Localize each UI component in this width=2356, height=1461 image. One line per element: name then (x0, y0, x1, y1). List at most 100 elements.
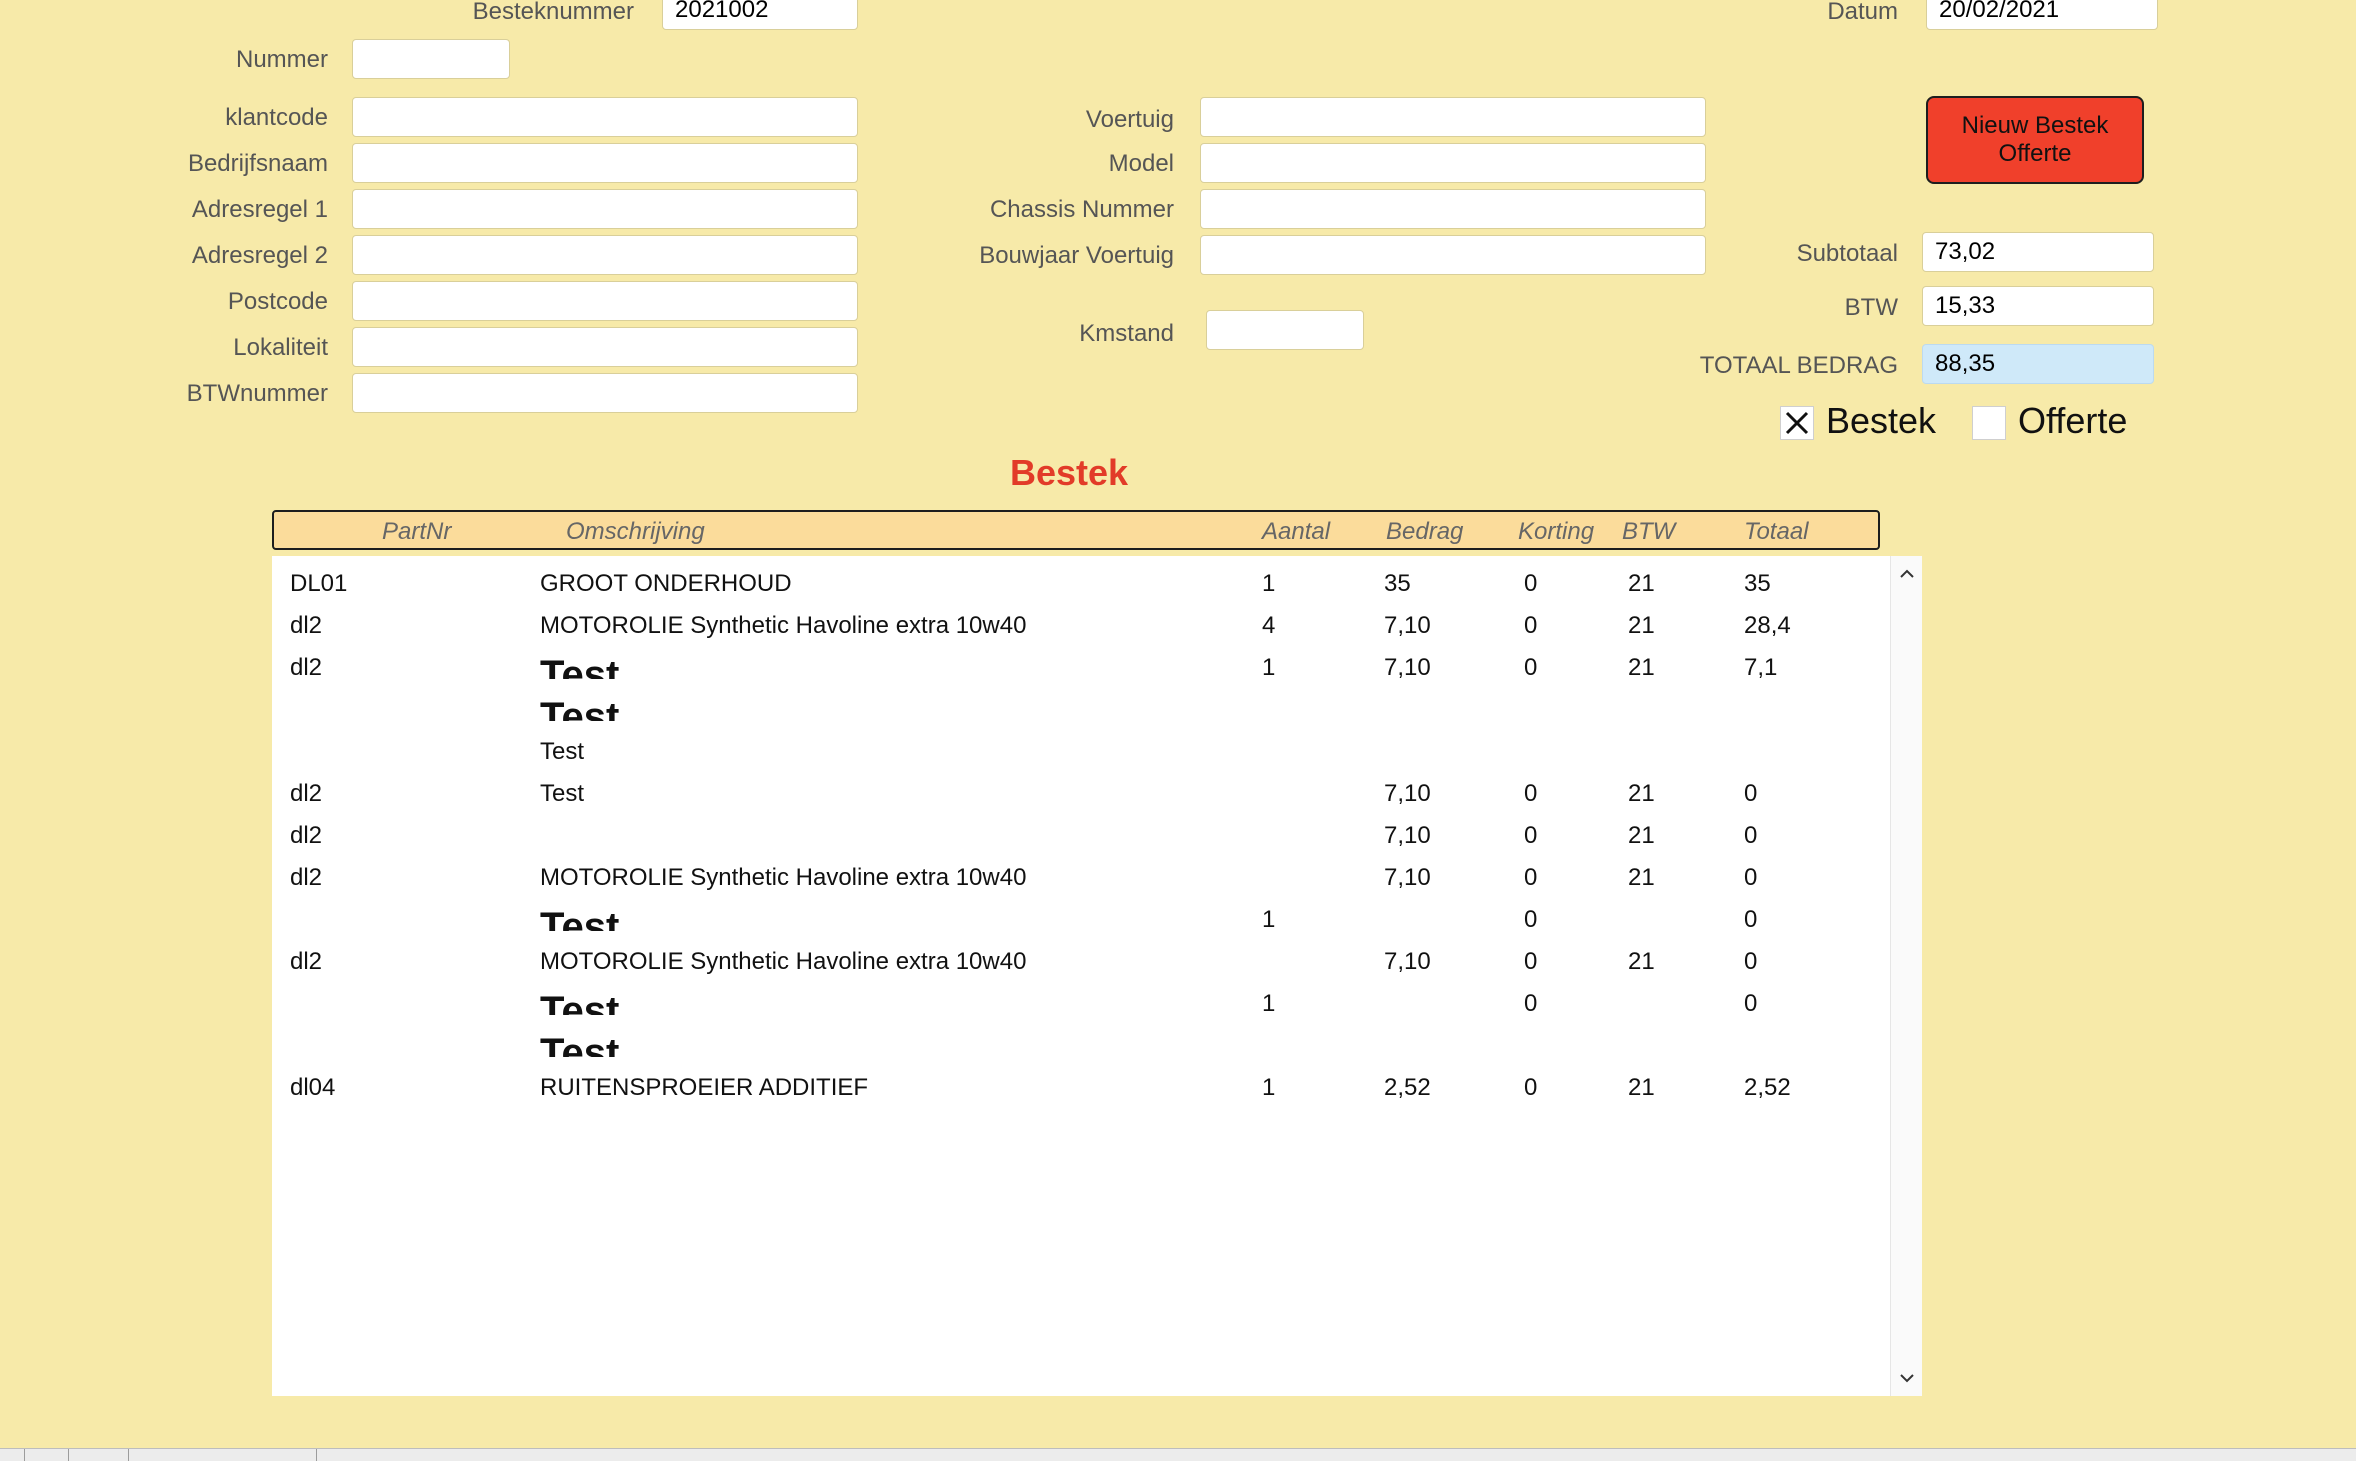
cell-totaal[interactable]: 0 (1744, 861, 1757, 895)
postcode-field[interactable] (352, 281, 858, 321)
adresregel2-field[interactable] (352, 235, 858, 275)
cell-aantal[interactable]: 1 (1262, 1071, 1275, 1105)
cell-partnr[interactable]: dl2 (290, 861, 322, 895)
table-row[interactable]: dl04 RUITENSPROEIER ADDITIEF 1 2,52 0 21 2,52 (272, 1068, 1882, 1110)
cell-omschrijving[interactable]: MOTOROLIE Synthetic Havoline extra 10w40 (540, 945, 1026, 979)
offerte-checkbox[interactable] (1972, 406, 2006, 440)
cell-btw[interactable]: 21 (1628, 777, 1655, 811)
cell-omschrijving[interactable]: Test (540, 693, 619, 721)
cell-totaal[interactable]: 2,52 (1744, 1071, 1791, 1105)
cell-btw[interactable]: 21 (1628, 609, 1655, 643)
scroll-down-button[interactable] (1891, 1362, 1923, 1394)
cell-btw[interactable]: 21 (1628, 651, 1655, 685)
cell-partnr[interactable]: dl2 (290, 945, 322, 979)
cell-omschrijving[interactable]: Test (540, 1029, 619, 1057)
new-bestek-offerte-button[interactable]: Nieuw Bestek Offerte (1926, 96, 2144, 184)
klantcode-field[interactable] (352, 97, 858, 137)
cell-totaal[interactable]: 0 (1744, 987, 1757, 1021)
cell-bedrag[interactable]: 7,10 (1384, 651, 1431, 685)
scroll-up-button[interactable] (1891, 558, 1923, 590)
cell-korting[interactable]: 0 (1524, 945, 1537, 979)
table-row[interactable]: dl2 Test 7,10 0 21 0 (272, 774, 1882, 816)
cell-totaal[interactable]: 35 (1744, 567, 1771, 601)
cell-omschrijving[interactable]: MOTOROLIE Synthetic Havoline extra 10w40 (540, 861, 1026, 895)
cell-totaal[interactable]: 0 (1744, 903, 1757, 937)
table-row[interactable]: Test (272, 1026, 1882, 1068)
cell-korting[interactable]: 0 (1524, 987, 1537, 1021)
cell-bedrag[interactable]: 7,10 (1384, 819, 1431, 853)
cell-partnr[interactable]: dl04 (290, 1071, 335, 1105)
cell-bedrag[interactable]: 2,52 (1384, 1071, 1431, 1105)
cell-omschrijving[interactable]: Test (540, 777, 584, 811)
bedrijfsnaam-field[interactable] (352, 143, 858, 183)
cell-aantal[interactable]: 1 (1262, 567, 1275, 601)
cell-omschrijving[interactable]: MOTOROLIE Synthetic Havoline extra 10w40 (540, 609, 1026, 643)
cell-bedrag[interactable]: 35 (1384, 567, 1411, 601)
table-row[interactable]: DL01 GROOT ONDERHOUD 1 35 0 21 35 (272, 564, 1882, 606)
cell-aantal[interactable]: 1 (1262, 987, 1275, 1021)
subtotaal-field[interactable] (1922, 232, 2154, 272)
cell-korting[interactable]: 0 (1524, 651, 1537, 685)
cell-omschrijving[interactable]: Test (540, 735, 584, 769)
nummer-field[interactable] (352, 39, 510, 79)
cell-korting[interactable]: 0 (1524, 903, 1537, 937)
lokaliteit-field[interactable] (352, 327, 858, 367)
voertuig-field[interactable] (1200, 97, 1706, 137)
cell-totaal[interactable]: 28,4 (1744, 609, 1791, 643)
cell-aantal[interactable]: 1 (1262, 903, 1275, 937)
cell-btw[interactable]: 21 (1628, 945, 1655, 979)
table-row[interactable]: Test 1 0 0 (272, 900, 1882, 942)
cell-korting[interactable]: 0 (1524, 1071, 1537, 1105)
cell-bedrag[interactable]: 7,10 (1384, 609, 1431, 643)
cell-partnr[interactable]: dl2 (290, 777, 322, 811)
table-row[interactable]: Test 1 0 0 (272, 984, 1882, 1026)
cell-korting[interactable]: 0 (1524, 777, 1537, 811)
table-row[interactable]: dl2 MOTOROLIE Synthetic Havoline extra 10… (272, 606, 1882, 648)
cell-bedrag[interactable]: 7,10 (1384, 945, 1431, 979)
cell-korting[interactable]: 0 (1524, 567, 1537, 601)
totaal-bedrag-field[interactable] (1922, 344, 2154, 384)
btw-total-field[interactable] (1922, 286, 2154, 326)
btwnummer-field[interactable] (352, 373, 858, 413)
cell-bedrag[interactable]: 7,10 (1384, 861, 1431, 895)
cell-partnr[interactable]: DL01 (290, 567, 347, 601)
cell-totaal[interactable]: 0 (1744, 819, 1757, 853)
cell-btw[interactable]: 21 (1628, 567, 1655, 601)
besteknummer-field[interactable] (662, 0, 858, 30)
adresregel1-field[interactable] (352, 189, 858, 229)
table-row[interactable]: dl2 Test 1 7,10 0 21 7,1 (272, 648, 1882, 690)
cell-totaal[interactable]: 0 (1744, 945, 1757, 979)
cell-omschrijving[interactable]: Test (540, 903, 619, 931)
cell-aantal[interactable]: 1 (1262, 651, 1275, 685)
cell-btw[interactable]: 21 (1628, 819, 1655, 853)
cell-btw[interactable]: 21 (1628, 861, 1655, 895)
datum-field[interactable] (1926, 0, 2158, 30)
cell-partnr[interactable]: dl2 (290, 609, 322, 643)
cell-korting[interactable]: 0 (1524, 609, 1537, 643)
cell-partnr[interactable]: dl2 (290, 819, 322, 853)
cell-omschrijving[interactable]: RUITENSPROEIER ADDITIEF (540, 1071, 868, 1105)
cell-korting[interactable]: 0 (1524, 861, 1537, 895)
table-row[interactable]: Test (272, 690, 1882, 732)
cell-omschrijving[interactable]: Test (540, 651, 619, 679)
cell-totaal[interactable]: 7,1 (1744, 651, 1777, 685)
cell-btw[interactable]: 21 (1628, 1071, 1655, 1105)
cell-partnr[interactable]: dl2 (290, 651, 322, 685)
cell-omschrijving[interactable]: Test (540, 987, 619, 1015)
grid-scrollbar[interactable] (1890, 556, 1922, 1396)
cell-totaal[interactable]: 0 (1744, 777, 1757, 811)
cell-omschrijving[interactable]: GROOT ONDERHOUD (540, 567, 792, 601)
chassis-field[interactable] (1200, 189, 1706, 229)
cell-aantal[interactable]: 4 (1262, 609, 1275, 643)
kmstand-field[interactable] (1206, 310, 1364, 350)
table-row[interactable]: Test (272, 732, 1882, 774)
bestek-checkbox[interactable] (1780, 406, 1814, 440)
bouwjaar-field[interactable] (1200, 235, 1706, 275)
table-row[interactable]: dl2 MOTOROLIE Synthetic Havoline extra 10… (272, 942, 1882, 984)
model-field[interactable] (1200, 143, 1706, 183)
cell-korting[interactable]: 0 (1524, 819, 1537, 853)
table-row[interactable]: dl2 7,10 0 21 0 (272, 816, 1882, 858)
cell-bedrag[interactable]: 7,10 (1384, 777, 1431, 811)
line-items-grid[interactable]: DL01 GROOT ONDERHOUD 1 35 0 21 35 dl2 MOTOROLIE … (272, 556, 1922, 1396)
table-row[interactable]: dl2 MOTOROLIE Synthetic Havoline extra 10… (272, 858, 1882, 900)
